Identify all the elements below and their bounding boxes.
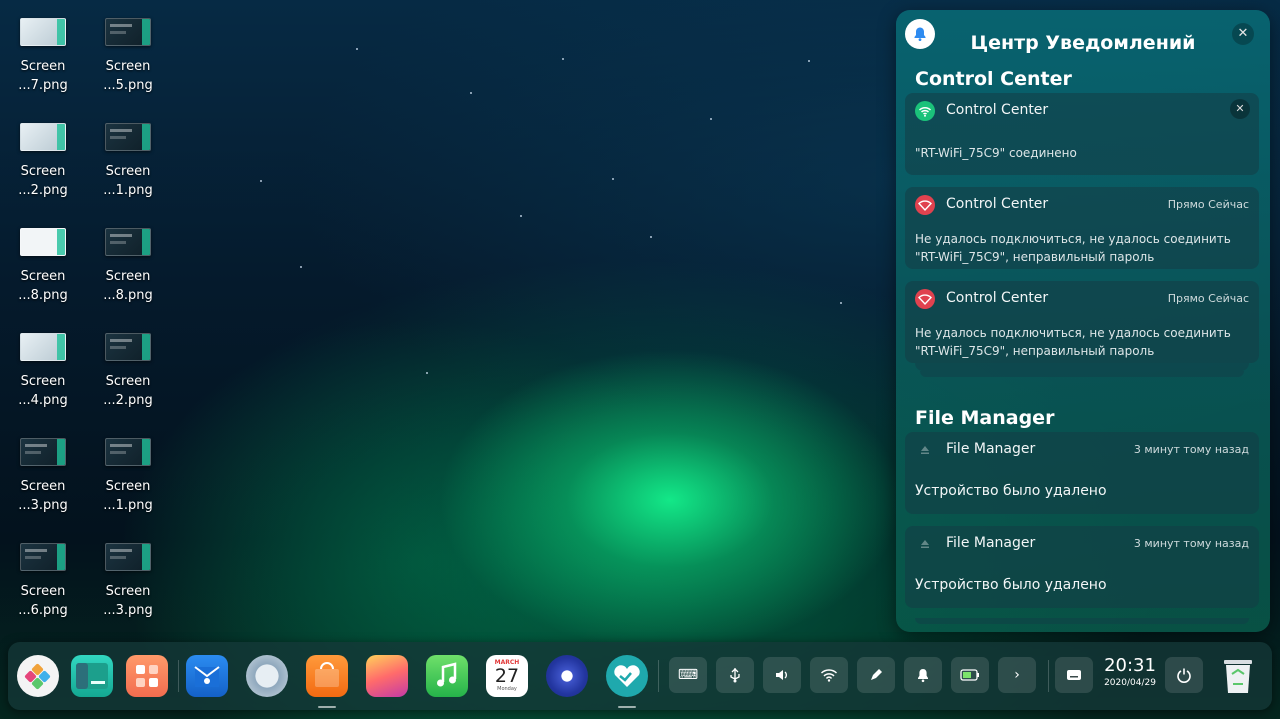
keyboard-layout-icon[interactable]	[1055, 657, 1093, 693]
support-icon[interactable]	[606, 655, 648, 697]
app-store-grid-icon[interactable]	[126, 655, 168, 697]
wifi-icon[interactable]	[810, 657, 848, 693]
notification-time: 3 минут тому назад	[1133, 443, 1249, 456]
notification-card[interactable]: File Manager 3 минут тому назад Устройст…	[905, 526, 1259, 608]
pen-icon[interactable]	[857, 657, 895, 693]
close-icon[interactable]: ✕	[1232, 23, 1254, 45]
notification-body: Не удалось подключиться, не удалось соед…	[915, 232, 1231, 264]
volume-icon[interactable]	[763, 657, 801, 693]
keyboard-icon[interactable]: ⌨	[669, 657, 707, 693]
notification-stack-indicator	[915, 618, 1249, 624]
notification-app-name: Control Center	[946, 196, 1049, 212]
notification-time: Прямо Сейчас	[1167, 198, 1249, 211]
file-thumbnail-icon	[20, 228, 66, 256]
desktop-file[interactable]: Screen ...4.png	[0, 333, 86, 410]
notification-card[interactable]: File Manager 3 минут тому назад Устройст…	[905, 432, 1259, 514]
wifi-icon	[915, 101, 935, 121]
clock-date[interactable]: 2020/04/29	[1100, 678, 1160, 688]
wifi-error-icon	[915, 289, 935, 309]
dock-separator	[658, 660, 659, 692]
trash-icon[interactable]	[1218, 654, 1258, 698]
settings-icon[interactable]	[546, 655, 588, 697]
file-thumbnail-icon	[20, 543, 66, 571]
dock: MARCH 27 Monday ⌨ › 20:31 2020/04/29	[8, 642, 1272, 710]
file-manager-icon[interactable]	[71, 655, 113, 697]
desktop-file[interactable]: Screen ...3.png	[0, 438, 86, 515]
desktop-file[interactable]: Screen ...8.png	[85, 228, 171, 305]
bell-icon[interactable]	[904, 657, 942, 693]
file-thumbnail-icon	[20, 123, 66, 151]
browser-icon[interactable]	[246, 655, 288, 697]
chevron-right-icon[interactable]: ›	[998, 657, 1036, 693]
notification-time: Прямо Сейчас	[1167, 292, 1249, 305]
notification-stack-indicator[interactable]	[915, 363, 1249, 371]
dock-separator	[1048, 660, 1049, 692]
desktop-file[interactable]: Screen ...5.png	[85, 18, 171, 95]
file-thumbnail-icon	[105, 18, 151, 46]
notification-body: "RT-WiFi_75C9" соединено	[915, 146, 1077, 160]
notification-card[interactable]: Control Center ✕ "RT-WiFi_75C9" соединен…	[905, 93, 1259, 175]
music-icon[interactable]	[426, 655, 468, 697]
dock-separator	[178, 660, 179, 692]
store-bag-icon[interactable]	[306, 655, 348, 697]
file-thumbnail-icon	[105, 543, 151, 571]
eject-icon	[915, 440, 935, 460]
mail-icon[interactable]	[186, 655, 228, 697]
notification-app-name: File Manager	[946, 441, 1036, 457]
group-title: File Manager	[915, 407, 1055, 429]
calendar-weekday: Monday	[497, 686, 517, 692]
file-thumbnail-icon	[105, 438, 151, 466]
file-thumbnail-icon	[105, 333, 151, 361]
group-title: Control Center	[915, 68, 1072, 90]
wifi-error-icon	[915, 195, 935, 215]
battery-icon[interactable]	[951, 657, 989, 693]
calendar-day: 27	[494, 665, 520, 687]
notification-center: Центр Уведомлений ✕ Control Center Contr…	[896, 10, 1270, 632]
usb-icon[interactable]	[716, 657, 754, 693]
desktop-file[interactable]: Screen ...1.png	[85, 123, 171, 200]
launcher-icon[interactable]	[17, 655, 59, 697]
file-thumbnail-icon	[20, 438, 66, 466]
desktop-file[interactable]: Screen ...2.png	[0, 123, 86, 200]
file-thumbnail-icon	[20, 333, 66, 361]
clock-time[interactable]: 20:31	[1104, 655, 1156, 676]
notification-app-name: Control Center	[946, 290, 1049, 306]
notification-card[interactable]: Control Center Прямо Сейчас Не удалось п…	[905, 281, 1259, 363]
notification-time: 3 минут тому назад	[1133, 537, 1249, 550]
desktop-file[interactable]: Screen ...7.png	[0, 18, 86, 95]
notification-card[interactable]: Control Center Прямо Сейчас Не удалось п…	[905, 187, 1259, 269]
desktop-file[interactable]: Screen ...8.png	[0, 228, 86, 305]
calendar-icon[interactable]: MARCH 27 Monday	[486, 655, 528, 697]
notification-body: Устройство было удалено	[915, 483, 1107, 499]
notification-app-name: File Manager	[946, 535, 1036, 551]
eject-icon	[915, 534, 935, 554]
file-thumbnail-icon	[105, 123, 151, 151]
running-indicator	[318, 706, 336, 708]
running-indicator	[618, 706, 636, 708]
notification-body: Не удалось подключиться, не удалось соед…	[915, 326, 1231, 358]
notification-app-name: Control Center	[946, 102, 1049, 118]
notification-center-title: Центр Уведомлений	[970, 32, 1196, 54]
desktop-file[interactable]: Screen ...2.png	[85, 333, 171, 410]
desktop-file[interactable]: Screen ...1.png	[85, 438, 171, 515]
desktop-file[interactable]: Screen ...6.png	[0, 543, 86, 620]
photos-icon[interactable]	[366, 655, 408, 697]
file-thumbnail-icon	[105, 228, 151, 256]
notification-stack-indicator	[920, 371, 1244, 377]
power-icon[interactable]	[1165, 657, 1203, 693]
dismiss-notification-button[interactable]: ✕	[1230, 99, 1250, 119]
desktop-file[interactable]: Screen ...3.png	[85, 543, 171, 620]
notification-body: Устройство было удалено	[915, 577, 1107, 593]
file-thumbnail-icon	[20, 18, 66, 46]
